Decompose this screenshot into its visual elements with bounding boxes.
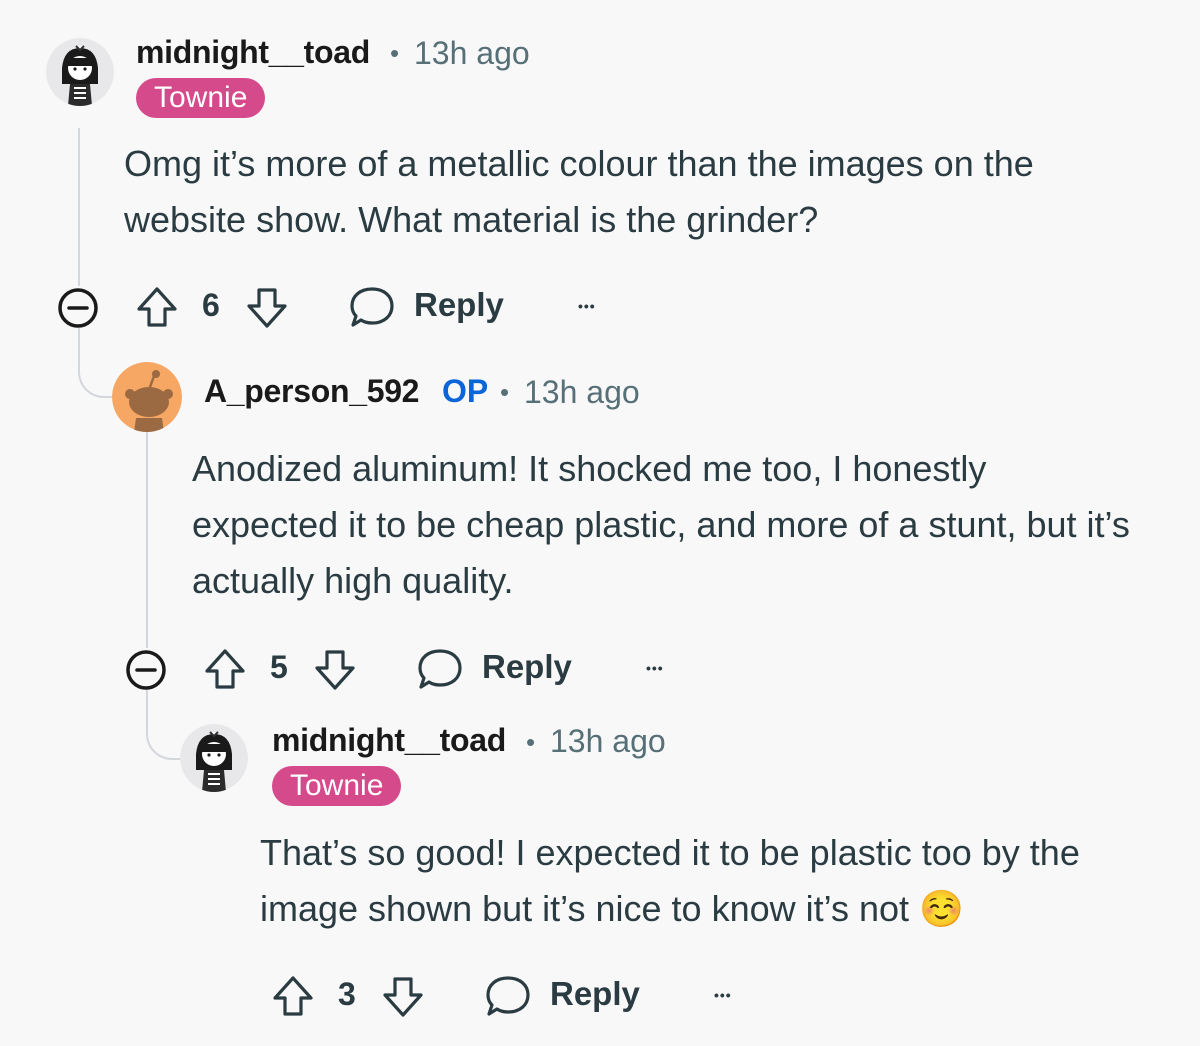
thread-line xyxy=(146,432,148,648)
reply-button[interactable]: Reply xyxy=(414,286,504,324)
comment-body: Omg it’s more of a metallic colour than … xyxy=(124,143,1034,240)
comment-body: That’s so good! I expected it to be plas… xyxy=(260,825,1160,938)
snoo-avatar-icon xyxy=(112,362,182,432)
thread-line xyxy=(78,328,80,350)
user-flair: Townie xyxy=(136,78,266,118)
user-flair: Townie xyxy=(272,766,402,806)
vote-count: 3 xyxy=(338,976,356,1012)
user-avatar-icon xyxy=(46,38,114,106)
reply-icon[interactable] xyxy=(416,646,464,692)
reply-icon[interactable] xyxy=(484,973,532,1019)
comment-author[interactable]: A_person_592 xyxy=(204,373,419,410)
comment-timestamp: 13h ago xyxy=(414,35,530,71)
comment-body: Anodized aluminum! It shocked me too, I … xyxy=(192,448,1130,601)
avatar[interactable] xyxy=(112,362,182,432)
comment-author[interactable]: midnight__toad xyxy=(136,34,370,71)
vote-count: 5 xyxy=(270,649,288,685)
smiling-face-emoji-icon: ☺️ xyxy=(919,889,964,930)
reply-button[interactable]: Reply xyxy=(550,975,640,1013)
user-avatar-icon xyxy=(180,724,248,792)
more-options-button[interactable]: ••• xyxy=(714,987,732,1003)
collapse-thread-icon[interactable] xyxy=(124,648,168,692)
thread-connector xyxy=(146,708,180,760)
upvote-icon[interactable] xyxy=(202,646,248,692)
comment-author[interactable]: midnight__toad xyxy=(272,722,506,759)
avatar[interactable] xyxy=(46,38,114,106)
comment-timestamp: 13h ago xyxy=(524,374,640,410)
upvote-icon[interactable] xyxy=(134,284,180,330)
vote-count: 6 xyxy=(202,287,220,323)
meta-separator: • xyxy=(526,727,536,757)
thread-line xyxy=(78,128,80,286)
avatar[interactable] xyxy=(180,724,248,792)
more-options-button[interactable]: ••• xyxy=(646,660,664,676)
thread-line xyxy=(146,690,148,710)
comment-timestamp: 13h ago xyxy=(550,723,666,759)
collapse-thread-icon[interactable] xyxy=(56,286,100,330)
more-options-button[interactable]: ••• xyxy=(578,298,596,314)
reply-icon[interactable] xyxy=(348,284,396,330)
downvote-icon[interactable] xyxy=(312,647,358,693)
meta-separator: • xyxy=(390,38,400,68)
upvote-icon[interactable] xyxy=(270,973,316,1019)
downvote-icon[interactable] xyxy=(244,285,290,331)
op-badge: OP xyxy=(442,373,489,409)
thread-connector xyxy=(78,348,112,398)
downvote-icon[interactable] xyxy=(380,974,426,1020)
reply-button[interactable]: Reply xyxy=(482,648,572,686)
meta-separator: • xyxy=(500,377,510,407)
